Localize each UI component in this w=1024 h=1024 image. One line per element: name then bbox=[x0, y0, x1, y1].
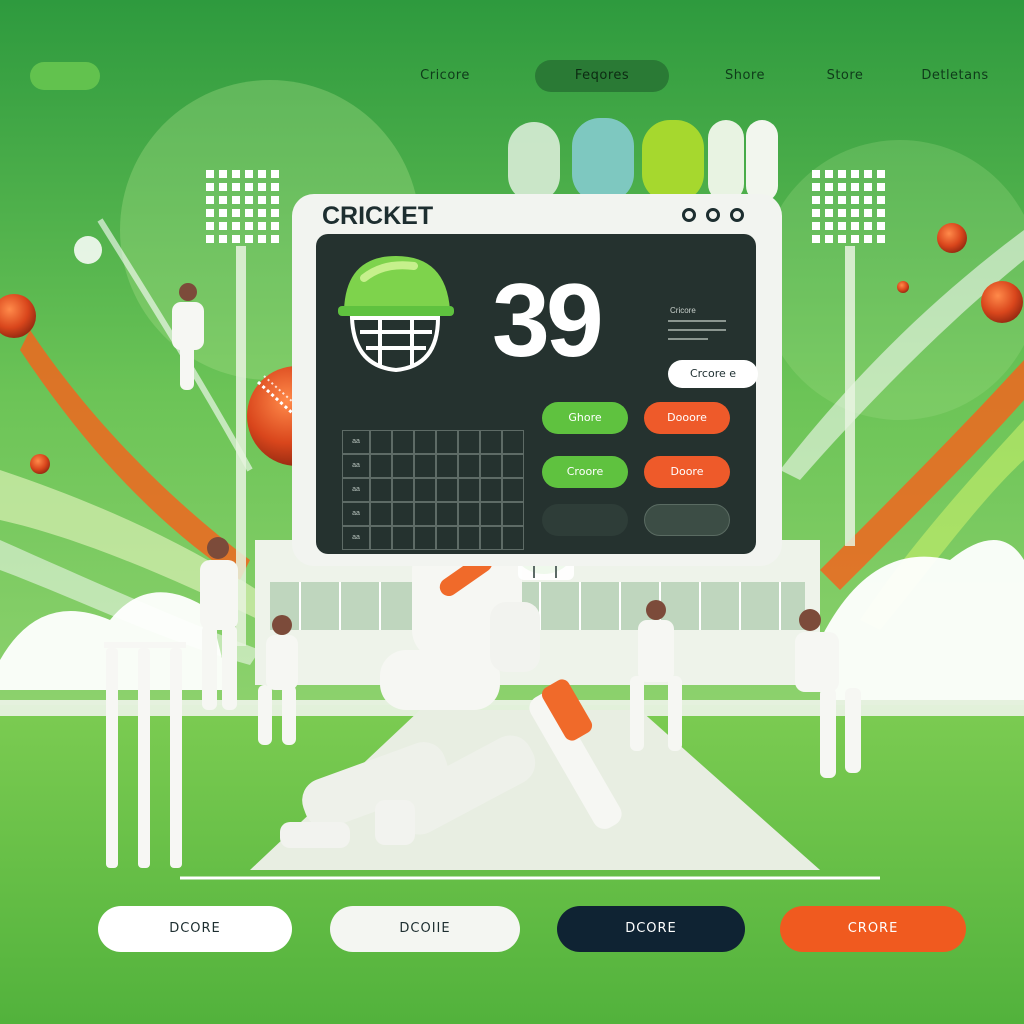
table-row: aa bbox=[342, 502, 524, 526]
window-controls bbox=[672, 208, 744, 227]
table-row: aa bbox=[342, 430, 524, 454]
top-navigation: Cricore Feqores Shore Store Detletans bbox=[400, 60, 1010, 94]
score-pill-button[interactable]: Crcore e bbox=[668, 360, 758, 388]
screen-button-doore[interactable]: Doore bbox=[644, 456, 730, 488]
table-row: aa bbox=[342, 526, 524, 550]
window-dot-icon[interactable] bbox=[730, 208, 744, 222]
bottom-button-4[interactable]: CRORE bbox=[780, 906, 966, 952]
score-grid-table: aa aa aa aa aa bbox=[342, 430, 524, 550]
score-detail-lines bbox=[668, 320, 726, 347]
panel-title: CRICKET bbox=[322, 202, 434, 230]
table-row: aa bbox=[342, 478, 524, 502]
nav-item-store[interactable]: Store bbox=[810, 60, 880, 92]
bottom-button-1[interactable]: DCORE bbox=[98, 906, 292, 952]
screen-button-croore[interactable]: Croore bbox=[542, 456, 628, 488]
nav-pill-decor bbox=[30, 62, 100, 90]
score-mini-label: Cricore bbox=[670, 306, 696, 315]
table-row: aa bbox=[342, 454, 524, 478]
window-dot-icon[interactable] bbox=[706, 208, 720, 222]
nav-item-detletans[interactable]: Detletans bbox=[905, 60, 1005, 92]
nav-item-shore[interactable]: Shore bbox=[705, 60, 785, 92]
score-value: 39 bbox=[492, 263, 604, 379]
screen-button-dooore[interactable]: Dooore bbox=[644, 402, 730, 434]
scoreboard-screen: 39 Cricore Crcore e Ghore Dooore Croore … bbox=[316, 234, 758, 554]
window-dot-icon[interactable] bbox=[682, 208, 696, 222]
bottom-button-2[interactable]: DCOIIE bbox=[330, 906, 520, 952]
nav-item-cricore[interactable]: Cricore bbox=[400, 60, 490, 92]
screen-button-ghore[interactable]: Ghore bbox=[542, 402, 628, 434]
screen-button-decor[interactable] bbox=[644, 504, 730, 536]
cricket-helmet-icon bbox=[338, 256, 454, 372]
bottom-button-3[interactable]: DCORE bbox=[557, 906, 745, 952]
nav-item-feqores[interactable]: Feqores bbox=[535, 60, 669, 92]
screen-button-muted bbox=[542, 504, 628, 536]
wicket-stumps-icon bbox=[104, 642, 186, 868]
scoreboard-panel: CRICKET 39 Cricore Crcore e Ghore Dooore… bbox=[292, 194, 782, 566]
